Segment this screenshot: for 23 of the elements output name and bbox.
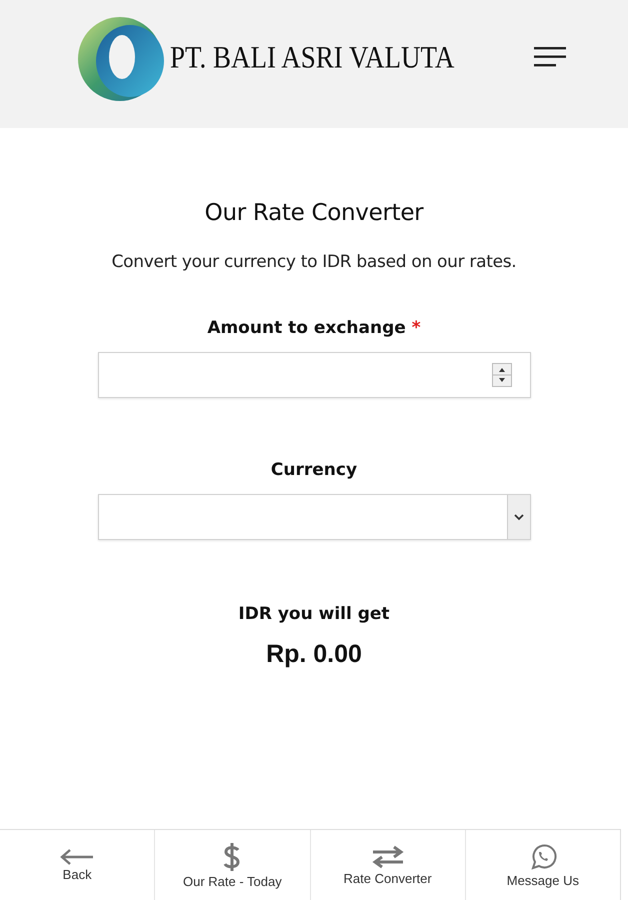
- nav-button[interactable]: Rate Converter: [310, 830, 465, 900]
- required-mark: *: [412, 318, 421, 338]
- nav-button[interactable]: Message Us: [464, 830, 620, 900]
- spinner-icon[interactable]: [492, 363, 512, 387]
- chevron-down-icon: [514, 514, 524, 520]
- amount-input[interactable]: [98, 352, 530, 398]
- left-arrow-icon: [60, 848, 94, 864]
- result-amount: Rp. 0.00: [266, 640, 362, 669]
- nav-button[interactable]: Back: [0, 830, 154, 900]
- nav-button[interactable]: Our Rate - Today: [154, 830, 310, 900]
- section-description: Convert your currency to IDR based on our rates.: [112, 252, 516, 272]
- field-label: Currency: [270, 460, 358, 480]
- result-label: IDR you will get: [238, 604, 390, 624]
- dollar-icon: [222, 842, 242, 872]
- dropdown-button[interactable]: [506, 495, 530, 539]
- field-label: Amount to exchange: [207, 318, 406, 338]
- chat-phone-icon: [528, 842, 557, 870]
- currency-select[interactable]: [98, 494, 530, 540]
- logo-icon: [78, 15, 166, 103]
- menu-icon[interactable]: [534, 46, 568, 68]
- swap-arrows-icon: [370, 844, 405, 868]
- brand-name: PT. BALI ASRI VALUTA: [170, 39, 454, 75]
- section-title: Our Rate Converter: [204, 200, 424, 226]
